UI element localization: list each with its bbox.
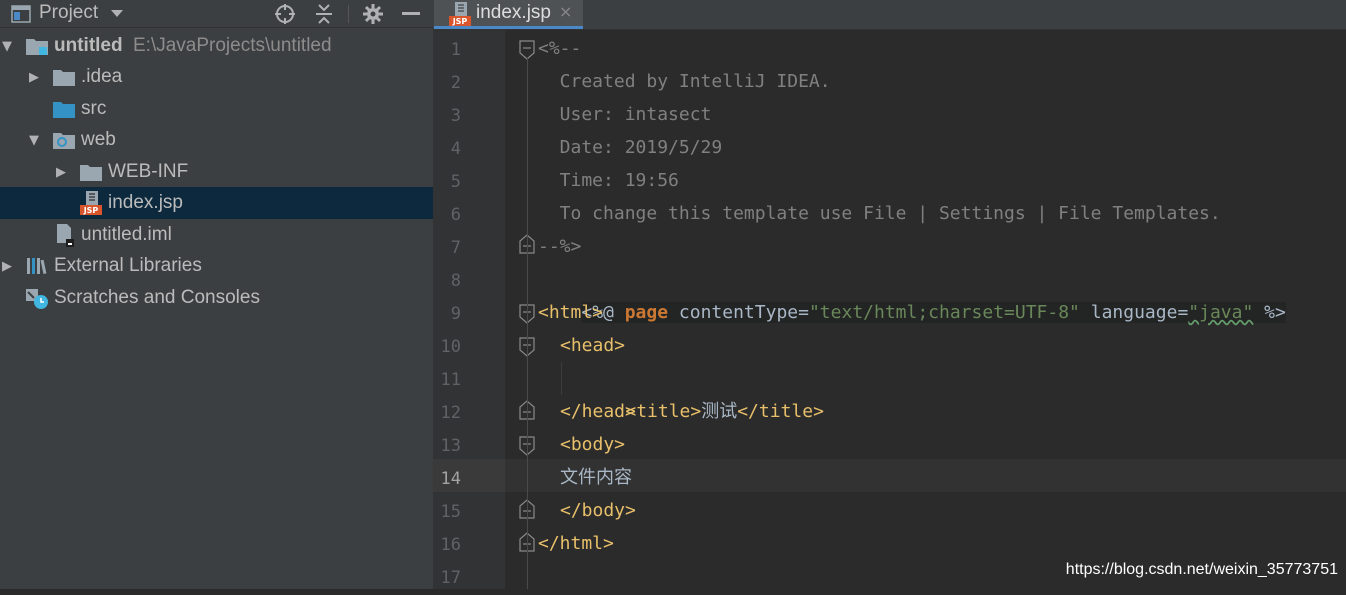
line-number: 17 [440, 568, 461, 588]
line-number: 4 [450, 139, 461, 159]
close-icon[interactable]: × [559, 0, 572, 24]
code-line-15[interactable]: </body> [560, 494, 636, 527]
web-folder-icon [52, 124, 76, 156]
jsp-directive-close: %> [1253, 302, 1286, 323]
line-number-current: 14 [440, 469, 461, 489]
header-divider [348, 5, 349, 23]
tree-item-label: WEB-INF [108, 161, 189, 182]
tree-item-label: External Libraries [54, 255, 202, 276]
title-text: 测试 [701, 401, 738, 422]
chevron-right-icon[interactable]: ▶ [54, 156, 68, 188]
tree-item-web-inf[interactable]: ▶ WEB-INF [0, 156, 433, 188]
code-line-16[interactable]: </html> [538, 527, 614, 560]
line-number: 7 [450, 238, 461, 258]
line-number: 11 [440, 370, 461, 390]
line-number: 1 [450, 40, 461, 60]
tree-item-label: Scratches and Consoles [54, 287, 260, 308]
project-tool-window: Project ▼ untitled E:\JavaProjects\untit… [0, 0, 433, 589]
project-panel-title[interactable]: Project [39, 0, 98, 25]
code-line-10[interactable]: <head> [560, 329, 625, 362]
line-number: 16 [440, 535, 461, 555]
code-line-6[interactable]: To change this template use File | Setti… [538, 197, 1221, 230]
indent-guide [561, 362, 562, 395]
html-tag: </title> [737, 401, 824, 422]
jsp-file-icon: JSP [79, 187, 103, 219]
project-panel-header: Project [0, 0, 433, 28]
tree-item-label: untitled [54, 35, 123, 56]
chevron-down-icon[interactable] [107, 0, 127, 27]
module-folder-icon [25, 30, 49, 62]
libraries-icon [25, 250, 49, 282]
tree-item-scratches[interactable]: Scratches and Consoles [0, 282, 433, 314]
collapse-all-icon[interactable] [312, 0, 336, 27]
code-line-8[interactable]: <%@ page contentType="text/html;charset=… [538, 263, 1286, 323]
tree-item-label: .idea [81, 66, 123, 87]
folder-icon [52, 61, 76, 93]
hide-panel-icon[interactable] [400, 0, 422, 27]
tree-item-untitled-iml[interactable]: untitled.iml [0, 219, 433, 251]
code-line-14[interactable]: 文件内容 [560, 461, 632, 494]
jsp-attr-value: "java" [1188, 302, 1254, 323]
tab-label: index.jsp [476, 2, 551, 23]
line-number: 13 [440, 436, 461, 456]
tree-item-external-libraries[interactable]: ▶ External Libraries [0, 250, 433, 282]
line-number: 2 [450, 73, 461, 93]
tree-item-index-jsp[interactable]: JSP index.jsp [0, 187, 433, 219]
tab-active-indicator [434, 26, 583, 29]
tree-item-path: E:\JavaProjects\untitled [133, 35, 332, 56]
line-number: 15 [440, 502, 461, 522]
chevron-right-icon[interactable]: ▶ [27, 61, 41, 93]
folder-icon [79, 156, 103, 188]
code-line-5[interactable]: Time: 19:56 [538, 164, 679, 197]
line-number: 5 [450, 172, 461, 192]
project-view-icon[interactable] [10, 0, 32, 27]
html-tag: <title> [625, 401, 702, 422]
tree-item-untitled[interactable]: ▼ untitled E:\JavaProjects\untitled [0, 30, 433, 62]
code-line-9[interactable]: <html> [538, 296, 603, 329]
jsp-attr-name: contentType= [668, 302, 809, 323]
source-folder-icon [52, 93, 76, 125]
chevron-down-icon[interactable]: ▼ [27, 124, 41, 156]
jsp-attr-name: language= [1079, 302, 1189, 323]
watermark-text: https://blog.csdn.net/weixin_35773751 [1065, 561, 1338, 578]
tree-item-web[interactable]: ▼ web [0, 124, 433, 156]
tree-item-src[interactable]: src [0, 93, 433, 125]
line-number: 12 [440, 403, 461, 423]
code-line-1[interactable]: <%-- [538, 32, 581, 65]
tab-index-jsp[interactable]: JSP index.jsp × [434, 0, 583, 29]
fold-guide-line [527, 58, 528, 589]
line-number: 10 [440, 337, 461, 357]
code-line-7[interactable]: --%> [538, 230, 581, 263]
tree-item-label: web [81, 129, 116, 150]
code-line-2[interactable]: Created by IntelliJ IDEA. [538, 65, 831, 98]
locate-target-icon[interactable] [272, 0, 298, 27]
line-number: 8 [450, 271, 461, 291]
tree-item-idea[interactable]: ▶ .idea [0, 61, 433, 93]
code-line-12[interactable]: </head> [560, 395, 636, 428]
tree-item-label: untitled.iml [81, 224, 172, 245]
jsp-attr-value: "text/html;charset=UTF-8" [808, 302, 1080, 323]
code-editor: JSP index.jsp × 1 2 3 4 5 6 7 8 9 10 11 … [433, 0, 1346, 589]
code-line-4[interactable]: Date: 2019/5/29 [538, 131, 723, 164]
code-line-11[interactable]: <title>测试</title> [582, 362, 824, 422]
svg-text:JSP: JSP [83, 206, 99, 215]
iml-file-icon [52, 219, 76, 251]
code-line-3[interactable]: User: intasect [538, 98, 712, 131]
line-number: 3 [450, 106, 461, 126]
jsp-keyword: page [624, 302, 669, 323]
chevron-down-icon[interactable]: ▼ [0, 30, 14, 62]
scratches-icon [25, 282, 49, 314]
line-number: 6 [450, 205, 461, 225]
code-line-13[interactable]: <body> [560, 428, 625, 461]
svg-text:JSP: JSP [452, 17, 468, 26]
tree-item-label: src [81, 98, 107, 119]
line-number: 9 [450, 304, 461, 324]
gear-icon[interactable] [361, 0, 385, 27]
chevron-right-icon[interactable]: ▶ [0, 250, 14, 282]
editor-tab-bar: JSP index.jsp × [433, 0, 1346, 30]
tree-item-label: index.jsp [108, 192, 183, 213]
